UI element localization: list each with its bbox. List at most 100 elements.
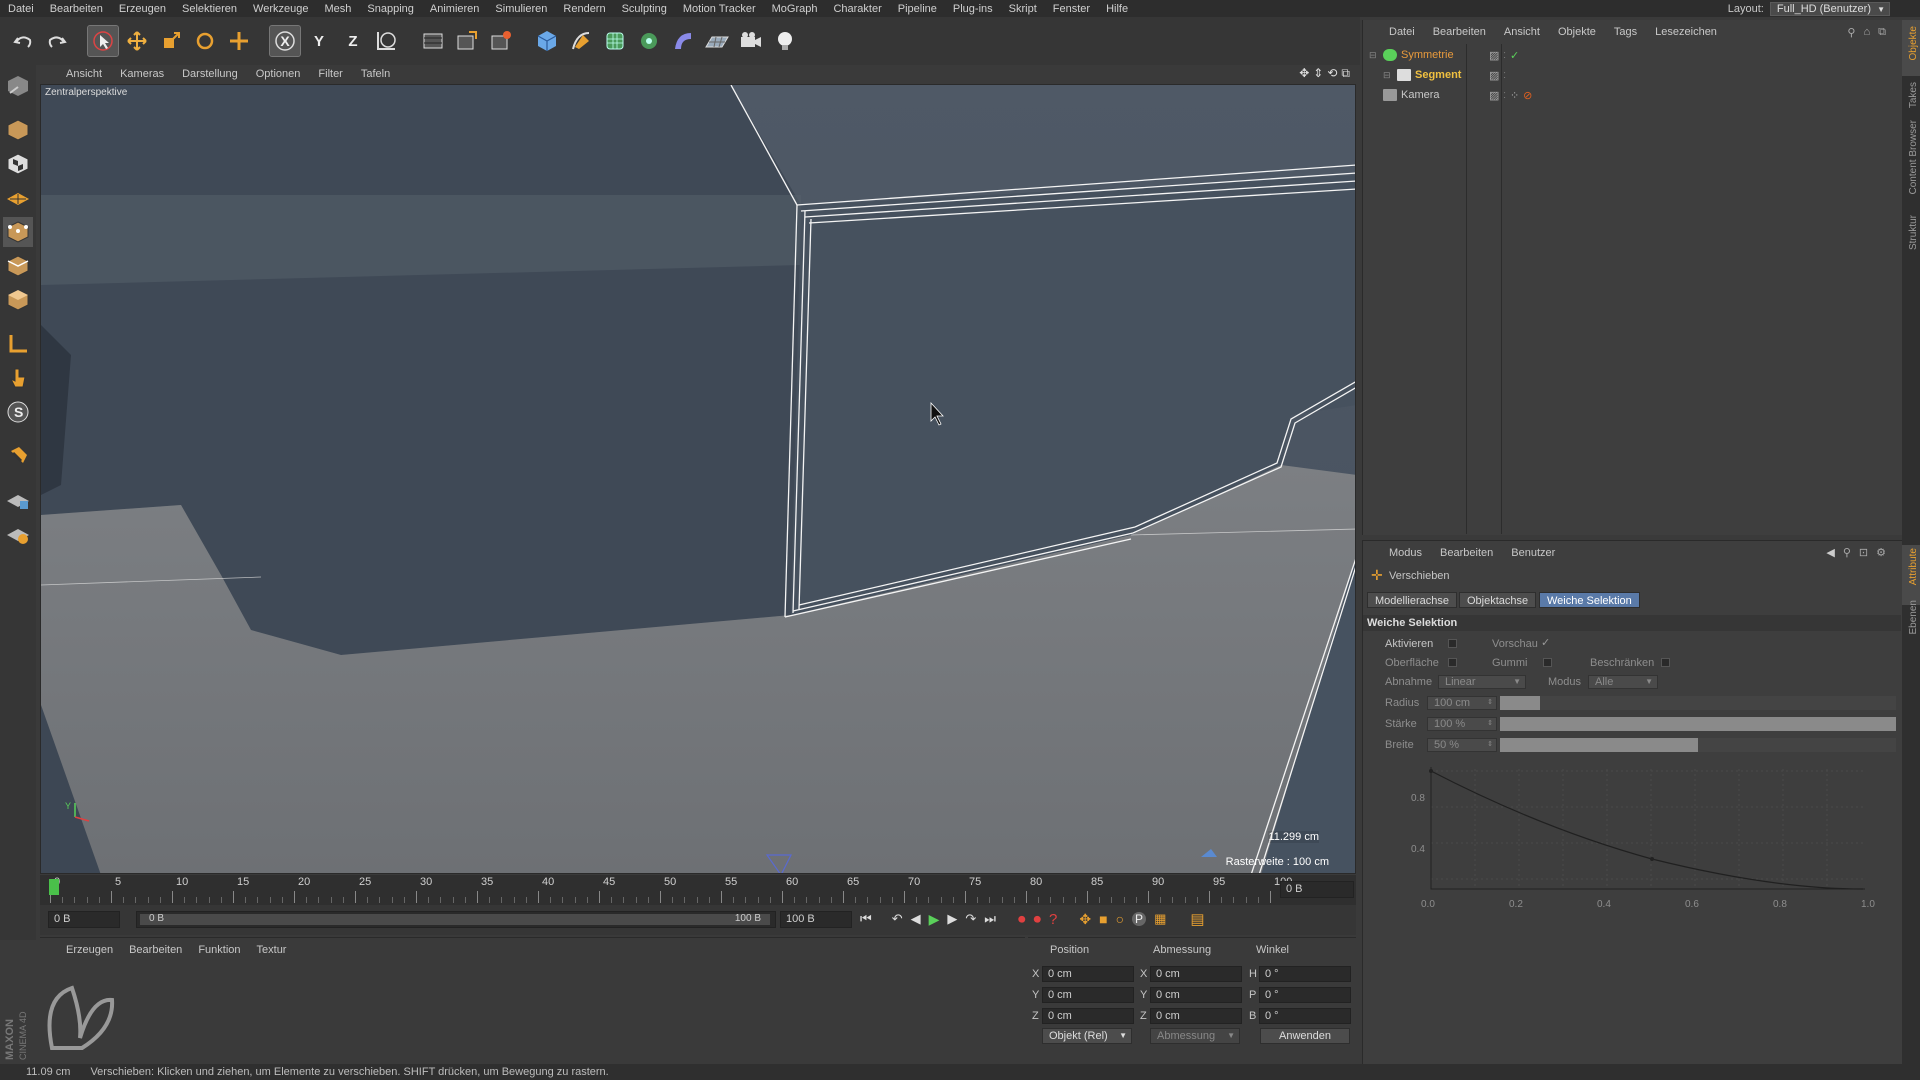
camera-icon[interactable] [736, 26, 766, 56]
menu-sculpting[interactable]: Sculpting [614, 3, 675, 15]
size-field[interactable]: 0 cm [1150, 987, 1242, 1003]
settings-icon[interactable]: ⚙ [1876, 546, 1886, 559]
keyframe-selection-icon[interactable]: ? [1049, 911, 1057, 928]
tab-content-browser[interactable]: Content Browser [1908, 120, 1919, 194]
position-field[interactable]: 0 cm [1042, 987, 1134, 1003]
rotate-tool-icon[interactable] [190, 26, 220, 56]
oberflaeche-checkbox[interactable] [1448, 658, 1457, 667]
object-menu-datei[interactable]: Datei [1389, 26, 1415, 42]
axis-mode-icon[interactable] [3, 329, 33, 359]
tweak-mode-icon[interactable] [3, 363, 33, 393]
modus-select[interactable]: Alle ▼ [1588, 675, 1658, 689]
viewport-menu-tafeln[interactable]: Tafeln [361, 68, 390, 80]
menu-fenster[interactable]: Fenster [1045, 3, 1098, 15]
rotation-field[interactable]: 0 ° [1259, 966, 1351, 982]
cube-object-icon[interactable] [532, 26, 562, 56]
tab-objektachse[interactable]: Objektachse [1459, 592, 1537, 608]
object-menu-ansicht[interactable]: Ansicht [1504, 26, 1540, 42]
tab-modellierachse[interactable]: Modellierachse [1367, 592, 1457, 608]
expand-icon[interactable]: ⊟ [1369, 50, 1379, 61]
tab-objekte[interactable]: Objekte [1908, 26, 1919, 60]
rotation-field[interactable]: 0 ° [1259, 1008, 1351, 1024]
prev-key-icon[interactable]: ↶ [892, 911, 903, 927]
menu-snapping[interactable]: Snapping [359, 3, 422, 15]
layer-edit-icon[interactable]: ▨ [1489, 89, 1499, 102]
undo-icon[interactable] [8, 26, 38, 56]
viewport-menu-filter[interactable]: Filter [318, 68, 342, 80]
breite-slider[interactable] [1500, 738, 1896, 752]
record-icon[interactable]: ⏺ [1018, 911, 1026, 928]
back-arrow-icon[interactable]: ◀ [1826, 546, 1834, 559]
size-field[interactable]: 0 cm [1150, 1008, 1242, 1024]
search-icon[interactable]: ⚲ [1843, 546, 1851, 559]
planar-workplane-icon[interactable] [3, 519, 33, 549]
play-icon[interactable]: ▶ [929, 911, 940, 928]
falloff-graph[interactable] [1393, 759, 1873, 909]
size-field[interactable]: 0 cm [1150, 966, 1242, 982]
pan-icon[interactable]: ✥ [1299, 66, 1309, 81]
attribute-menu-bearbeiten[interactable]: Bearbeiten [1440, 547, 1493, 563]
staerke-field[interactable]: 100 % ⇕ [1427, 717, 1497, 731]
viewport-menu-ansicht[interactable]: Ansicht [66, 68, 102, 80]
tab-takes[interactable]: Takes [1908, 82, 1919, 108]
timeline-window-icon[interactable]: ▤ [1190, 910, 1204, 928]
enabled-check-icon[interactable]: ✓ [1510, 49, 1519, 62]
new-window-icon[interactable]: ⧉ [1878, 26, 1886, 39]
axis-y-lock-button[interactable]: Y [304, 26, 334, 56]
apply-button[interactable]: Anwenden [1260, 1028, 1350, 1044]
coordinate-system-icon[interactable] [372, 26, 402, 56]
key-param-icon[interactable]: P [1132, 912, 1147, 926]
object-row[interactable]: Kamera ▨ ⁚ ⁘ ⊘ [1369, 86, 1889, 104]
cloner-icon[interactable] [634, 26, 664, 56]
abnahme-select[interactable]: Linear ▼ [1438, 675, 1526, 689]
maximize-view-icon[interactable]: ⧉ [1341, 66, 1350, 81]
menu-rendern[interactable]: Rendern [555, 3, 613, 15]
object-menu-objekte[interactable]: Objekte [1558, 26, 1596, 42]
coordinate-mode-select[interactable]: Objekt (Rel) ▼ [1042, 1028, 1132, 1044]
current-frame-field[interactable]: 0 B [1280, 881, 1354, 898]
radius-slider[interactable] [1500, 696, 1896, 710]
menu-mesh[interactable]: Mesh [316, 3, 359, 15]
viewport-menu-darstellung[interactable]: Darstellung [182, 68, 238, 80]
attribute-menu-modus[interactable]: Modus [1389, 547, 1422, 563]
radius-field[interactable]: 100 cm ⇕ [1427, 696, 1497, 710]
orbit-icon[interactable]: ⟲ [1327, 66, 1337, 81]
redo-icon[interactable] [42, 26, 72, 56]
axis-z-lock-button[interactable]: Z [338, 26, 368, 56]
size-mode-select[interactable]: Abmessung ▼ [1150, 1028, 1240, 1044]
attribute-menu-benutzer[interactable]: Benutzer [1511, 547, 1555, 563]
material-menu-textur[interactable]: Textur [257, 944, 287, 956]
visibility-dots-icon[interactable]: ⁚ [1503, 91, 1506, 100]
expand-icon[interactable]: ⊟ [1383, 70, 1393, 81]
key-scale-icon[interactable]: ■ [1099, 911, 1107, 927]
next-frame-icon[interactable]: ▶ [947, 911, 957, 927]
move-tool-icon[interactable] [122, 26, 152, 56]
tag-icon[interactable]: ⁘ [1510, 89, 1519, 102]
prev-frame-icon[interactable]: ◀ [911, 911, 921, 927]
menu-motion-tracker[interactable]: Motion Tracker [675, 3, 764, 15]
key-position-icon[interactable]: ✥ [1079, 911, 1091, 928]
render-settings-icon[interactable] [486, 26, 516, 56]
menu-charakter[interactable]: Charakter [825, 3, 889, 15]
next-key-icon[interactable]: ↷ [965, 911, 976, 927]
tab-weiche-selektion[interactable]: Weiche Selektion [1539, 592, 1640, 608]
menu-werkzeuge[interactable]: Werkzeuge [245, 3, 316, 15]
object-menu-tags[interactable]: Tags [1614, 26, 1637, 42]
object-row[interactable]: ⊟ Segment ▨ ⁚ [1369, 66, 1889, 84]
transform-tool-icon[interactable] [224, 26, 254, 56]
scale-tool-icon[interactable] [156, 26, 186, 56]
render-picture-viewer-icon[interactable] [452, 26, 482, 56]
pen-spline-icon[interactable] [566, 26, 596, 56]
make-editable-icon[interactable] [3, 71, 33, 101]
deformer-icon[interactable] [668, 26, 698, 56]
viewport-3d[interactable]: Zentralperspektive Y 11.299 cm Rasterwei… [40, 84, 1356, 874]
menu-hilfe[interactable]: Hilfe [1098, 3, 1136, 15]
autokey-icon[interactable]: ⏺ [1034, 911, 1042, 928]
viewport-menu-kameras[interactable]: Kameras [120, 68, 164, 80]
menu-skript[interactable]: Skript [1001, 3, 1045, 15]
tab-struktur[interactable]: Struktur [1908, 215, 1919, 250]
goto-start-icon[interactable]: ⏮ [860, 911, 872, 927]
menu-animieren[interactable]: Animieren [422, 3, 488, 15]
search-icon[interactable]: ⚲ [1847, 26, 1855, 39]
object-name[interactable]: Kamera [1401, 89, 1477, 101]
